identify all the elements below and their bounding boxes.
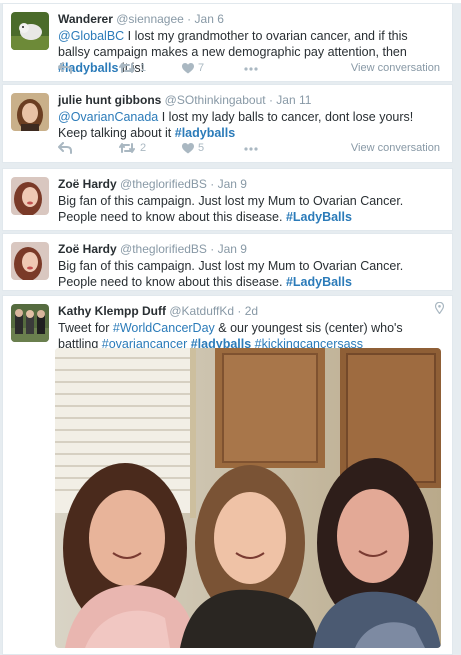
tweet-card[interactable]: Zoë Hardy @theglorifiedBS · Jan 9 Big fa… [2, 168, 453, 231]
avatar[interactable] [11, 12, 49, 50]
like-count: 7 [198, 62, 205, 74]
separator-dot: · [210, 242, 215, 256]
retweet-button[interactable]: 1 [118, 62, 146, 74]
tweet-header: Zoë Hardy @theglorifiedBS · Jan 9 [58, 241, 442, 257]
tweet-text: @OvarianCanada I lost my lady balls to c… [58, 109, 442, 141]
tweet-text: Big fan of this campaign. Just lost my M… [58, 258, 442, 290]
view-conversation-link[interactable]: View conversation [351, 142, 440, 154]
heart-icon [182, 62, 194, 73]
tweet-header: Kathy Klempp Duff @KatduffKd · 2d [58, 303, 442, 319]
avatar[interactable] [11, 242, 49, 280]
tweet-card[interactable]: Wanderer @siennagee · Jan 6 @GlobalBC I … [2, 3, 453, 82]
more-button[interactable] [244, 147, 258, 151]
mention-link[interactable]: @GlobalBC [58, 29, 124, 43]
separator-dot: · [237, 304, 242, 318]
retweet-count: 2 [140, 142, 147, 154]
tweet-date[interactable]: 2d [245, 304, 258, 318]
hashtag-link[interactable]: #LadyBalls [286, 210, 352, 224]
display-name[interactable]: Wanderer [58, 12, 113, 26]
retweet-count: 1 [140, 62, 147, 74]
hashtag-link[interactable]: #LadyBalls [286, 275, 352, 289]
retweet-icon [119, 143, 135, 153]
tweet-actions: 1 7 View conversation [58, 62, 442, 78]
avatar[interactable] [11, 177, 49, 215]
location-pin-icon[interactable] [435, 302, 444, 314]
user-handle[interactable]: @theglorifiedBS [120, 177, 207, 191]
reply-icon [58, 142, 72, 154]
reply-button[interactable] [58, 62, 72, 74]
view-conversation-link[interactable]: View conversation [351, 62, 440, 74]
display-name[interactable]: Zoë Hardy [58, 177, 117, 191]
display-name[interactable]: Kathy Klempp Duff [58, 304, 166, 318]
display-name[interactable]: julie hunt gibbons [58, 93, 161, 107]
avatar[interactable] [11, 304, 49, 342]
tweet-header: julie hunt gibbons @SOthinkingabout · Ja… [58, 92, 442, 108]
tweet-date[interactable]: Jan 11 [276, 93, 311, 107]
more-icon [244, 147, 258, 151]
more-icon [244, 67, 258, 71]
tweet-date[interactable]: Jan 9 [218, 242, 247, 256]
heart-icon [182, 142, 194, 153]
separator-dot: · [268, 93, 273, 107]
tweet-card[interactable]: Kathy Klempp Duff @KatduffKd · 2d Tweet … [2, 295, 453, 655]
more-button[interactable] [244, 67, 258, 71]
user-handle[interactable]: @SOthinkingabout [165, 93, 266, 107]
separator-dot: · [210, 177, 215, 191]
mention-link[interactable]: @OvarianCanada [58, 110, 158, 124]
tweet-date[interactable]: Jan 6 [195, 12, 224, 26]
tweet-card[interactable]: julie hunt gibbons @SOthinkingabout · Ja… [2, 84, 453, 163]
avatar[interactable] [11, 93, 49, 131]
display-name[interactable]: Zoë Hardy [58, 242, 117, 256]
reply-icon [58, 62, 72, 74]
tweet-header: Wanderer @siennagee · Jan 6 [58, 11, 442, 27]
user-handle[interactable]: @siennagee [116, 12, 184, 26]
retweet-button[interactable]: 2 [118, 142, 146, 154]
hashtag-link[interactable]: #WorldCancerDay [113, 321, 215, 335]
retweet-icon [119, 63, 135, 73]
reply-button[interactable] [58, 142, 72, 154]
tweet-date[interactable]: Jan 9 [218, 177, 247, 191]
user-handle[interactable]: @KatduffKd [169, 304, 234, 318]
tweet-photo[interactable] [55, 348, 441, 648]
tweet-actions: 2 5 View conversation [58, 142, 442, 158]
tweet-text-body: Tweet for [58, 321, 113, 335]
user-handle[interactable]: @theglorifiedBS [120, 242, 207, 256]
like-button[interactable]: 5 [182, 142, 204, 154]
tweet-card[interactable]: Zoë Hardy @theglorifiedBS · Jan 9 Big fa… [2, 233, 453, 291]
like-count: 5 [198, 142, 205, 154]
tweet-header: Zoë Hardy @theglorifiedBS · Jan 9 [58, 176, 442, 192]
like-button[interactable]: 7 [182, 62, 204, 74]
hashtag-link[interactable]: #ladyballs [175, 126, 235, 140]
separator-dot: · [187, 12, 192, 26]
tweet-text: Big fan of this campaign. Just lost my M… [58, 193, 442, 225]
